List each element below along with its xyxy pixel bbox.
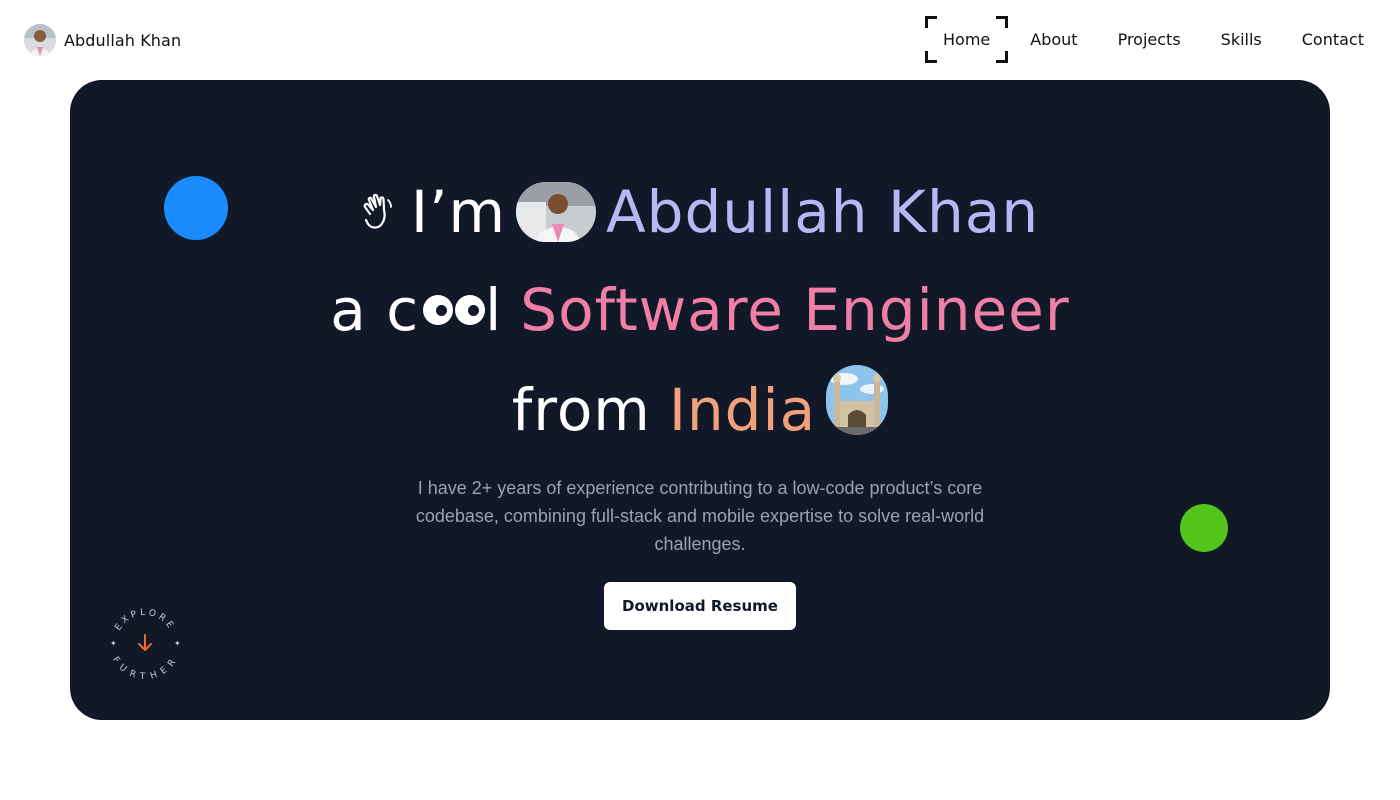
nav-item-contact[interactable]: Contact xyxy=(1282,20,1384,59)
navbar: Abdullah Khan Home About Projects Skills… xyxy=(0,0,1400,80)
brand-name: Abdullah Khan xyxy=(64,30,182,50)
waving-hand-icon xyxy=(363,193,392,229)
googly-eyes xyxy=(423,295,486,325)
nav-item-label: Home xyxy=(943,30,991,49)
nav-item-home[interactable]: Home xyxy=(923,16,1010,63)
hero-line2-prefix: a c xyxy=(330,276,420,344)
nav-item-label: Contact xyxy=(1301,30,1364,49)
hero-name: Abdullah Khan xyxy=(605,178,1040,246)
nav-item-about[interactable]: About xyxy=(1010,20,1097,59)
hero-section: I’m Abdullah Khan a c l Software Enginee… xyxy=(70,80,1330,720)
nav-menu: Home About Projects Skills Contact xyxy=(923,16,1384,63)
nav-item-label: About xyxy=(1030,30,1078,49)
profile-photo xyxy=(515,182,596,242)
hero-line-2: a c l Software Engineer xyxy=(70,276,1330,344)
nav-item-label: Skills xyxy=(1220,30,1262,49)
nav-item-projects[interactable]: Projects xyxy=(1098,20,1201,59)
svg-text:EXPLORE: EXPLORE xyxy=(114,608,177,633)
eye-left xyxy=(423,295,454,325)
explore-bottom-text: FURTHER xyxy=(110,655,177,682)
svg-text:FURTHER: FURTHER xyxy=(110,655,180,682)
hero-country: India xyxy=(668,376,817,444)
arrow-down-icon xyxy=(138,634,152,651)
explore-further-badge[interactable]: EXPLORE FURTHER ✦ ✦ xyxy=(104,602,186,684)
avatar xyxy=(24,24,56,56)
brand[interactable]: Abdullah Khan xyxy=(24,24,181,56)
hero-role: Software Engineer xyxy=(520,276,1070,344)
hero-line2-suffix: l xyxy=(485,276,503,344)
hero-line3-prefix: from xyxy=(511,376,651,444)
hero-line-3: from India xyxy=(70,365,1330,444)
nav-item-label: Projects xyxy=(1117,30,1181,49)
hero-description: I have 2+ years of experience contributi… xyxy=(415,478,985,554)
download-resume-button[interactable]: Download Resume xyxy=(604,582,796,630)
explore-top-text: EXPLORE xyxy=(114,608,174,633)
eye-right xyxy=(455,295,486,325)
hero-line-1: I’m Abdullah Khan xyxy=(70,178,1330,246)
nav-item-skills[interactable]: Skills xyxy=(1201,20,1282,59)
svg-text:✦: ✦ xyxy=(174,639,181,648)
svg-text:✦: ✦ xyxy=(110,639,117,648)
landmark-photo xyxy=(826,365,889,435)
hero-intro-text: I’m xyxy=(410,178,506,246)
decorative-green-dot xyxy=(1180,504,1228,552)
